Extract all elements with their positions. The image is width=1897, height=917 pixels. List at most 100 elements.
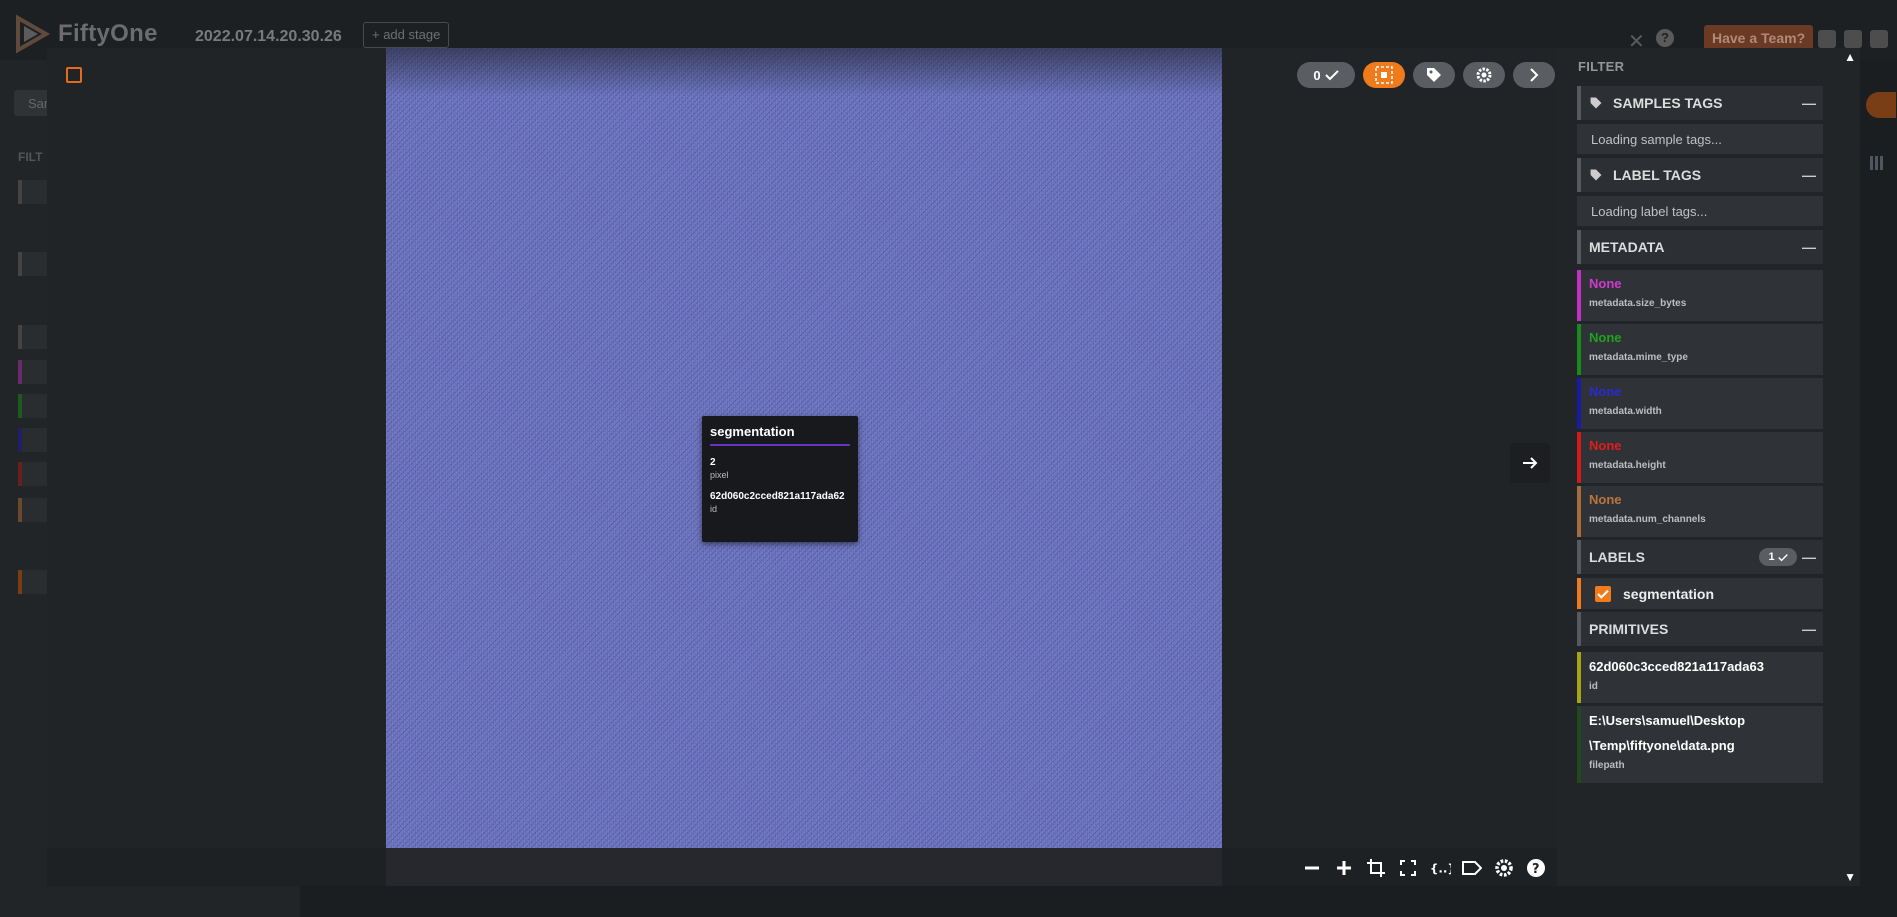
minus-icon[interactable] [1301,857,1323,879]
next-sample-button[interactable] [1513,62,1555,88]
selected-labels-pill[interactable]: 0 [1297,62,1355,88]
entry-key: metadata.width [1589,406,1662,417]
primitive-entry[interactable]: E:\Users\samuel\Desktop \Temp\fiftyone\d… [1577,706,1823,783]
entry-value: E:\Users\samuel\Desktop [1589,713,1746,728]
bg-row [18,252,48,276]
label-tags-loading: Loading label tags... [1577,196,1823,226]
group-sample-tags[interactable]: SAMPLES TAGS — [1577,86,1823,120]
bg-row [18,325,48,349]
label-checkbox[interactable] [1595,585,1611,602]
background-dropdown [1866,92,1896,118]
metadata-entry[interactable]: None metadata.size_bytes [1577,270,1823,321]
arrow-right-icon [1523,457,1538,469]
slack-icon[interactable] [1818,30,1836,48]
sample-tags-loading: Loading sample tags... [1577,124,1823,154]
crop-icon[interactable] [1365,857,1387,879]
entry-key: metadata.mime_type [1589,352,1688,363]
label-field-segmentation[interactable]: segmentation [1577,578,1823,609]
check-icon [1324,70,1339,81]
entry-value: 62d060c3cced821a117ada63 [1589,659,1764,674]
json-icon[interactable]: {..} [1429,857,1451,879]
bg-row [18,428,48,452]
controls-image-strip [386,848,1222,886]
metadata-entry[interactable]: None metadata.num_channels [1577,486,1823,537]
settings-button[interactable] [1463,62,1505,88]
collapse-icon[interactable]: — [1802,549,1816,565]
header-links [1818,30,1888,48]
bg-row [18,570,48,594]
group-label: PRIMITIVES [1589,621,1669,637]
group-metadata[interactable]: METADATA — [1577,230,1823,264]
collapse-icon[interactable]: — [1802,239,1816,255]
fiftyone-logo-icon [16,14,51,54]
select-sample-checkbox[interactable] [66,67,82,83]
entry-value: None [1589,330,1622,345]
docs-icon[interactable] [1870,30,1888,48]
tooltip-id-value: 62d060c2cced821a117ada62 [710,491,845,502]
scroll-up-icon[interactable]: ▲ [1844,50,1856,64]
svg-text:{..}: {..} [1430,862,1451,876]
label-icon[interactable] [1461,857,1483,879]
dataset-name[interactable]: 2022.07.14.20.30.26 [195,28,342,46]
entry-key: metadata.height [1589,460,1666,471]
bg-row [18,394,48,418]
svg-text:?: ? [1532,862,1540,877]
group-labels[interactable]: LABELS 1 — [1577,540,1823,574]
check-icon [1777,553,1788,561]
select-mode-button[interactable] [1363,62,1405,88]
primitive-entry[interactable]: 62d060c3cced821a117ada63 id [1577,652,1823,703]
app-name: FiftyOne [58,20,158,47]
labels-count: 1 [1768,551,1775,563]
tag-icon [1590,169,1602,181]
collapse-icon[interactable]: — [1802,167,1816,183]
check-icon [1597,589,1609,599]
filter-sidebar: ▲ FILTER SAMPLES TAGS — Loading sample t… [1557,48,1860,886]
entry-key: filepath [1589,760,1625,771]
tag-icon [1427,68,1441,82]
sample-viewer[interactable]: 0 segmentation 2 pixel 62d060c2cced821a1… [47,48,1557,886]
chevron-right-icon [1530,68,1539,82]
plus-icon[interactable] [1333,857,1355,879]
background-filter-label: FILT [18,150,43,164]
tag-icon [1590,97,1602,109]
entry-value: None [1589,438,1622,453]
group-primitives[interactable]: PRIMITIVES — [1577,612,1823,646]
tag-button[interactable] [1413,62,1455,88]
bg-row [18,360,48,384]
scroll-down-icon[interactable]: ▼ [1844,870,1856,884]
group-label: LABEL TAGS [1613,167,1702,183]
labels-count-badge[interactable]: 1 [1759,548,1797,566]
bg-row [18,498,48,522]
entry-key: metadata.size_bytes [1589,298,1687,309]
tooltip-pixel-value: 2 [710,457,716,468]
group-label: METADATA [1589,239,1665,255]
selected-count: 0 [1313,67,1321,83]
group-label-tags[interactable]: LABEL TAGS — [1577,158,1823,192]
entry-value: \Temp\fiftyone\data.png [1589,738,1735,753]
tooltip-id-key: id [710,504,718,514]
filter-title: FILTER [1578,59,1625,74]
collapse-icon[interactable]: — [1802,95,1816,111]
help-icon[interactable]: ? [1525,857,1547,879]
metadata-entry[interactable]: None metadata.mime_type [1577,324,1823,375]
github-icon[interactable] [1844,30,1862,48]
tooltip-title: segmentation [710,424,850,446]
add-stage-button[interactable]: + add stage [363,22,450,48]
grid-icon [1870,156,1884,170]
image-shade [386,48,1222,96]
sample-modal: 0 segmentation 2 pixel 62d060c2cced821a1… [47,48,1860,886]
gear-icon[interactable] [1493,857,1515,879]
gear-icon [1476,67,1492,83]
fullscreen-icon[interactable] [1397,857,1419,879]
metadata-entry[interactable]: None metadata.width [1577,378,1823,429]
entry-value: None [1589,276,1622,291]
tooltip-pixel-key: pixel [710,470,729,480]
select-region-icon [1375,66,1393,84]
bg-row [18,462,48,486]
metadata-entry[interactable]: None metadata.height [1577,432,1823,483]
next-sample-arrow[interactable] [1510,443,1550,483]
label-tooltip: segmentation 2 pixel 62d060c2cced821a117… [702,416,858,542]
group-label: SAMPLES TAGS [1613,95,1723,111]
collapse-icon[interactable]: — [1802,621,1816,637]
help-icon[interactable]: ? [1656,29,1674,47]
